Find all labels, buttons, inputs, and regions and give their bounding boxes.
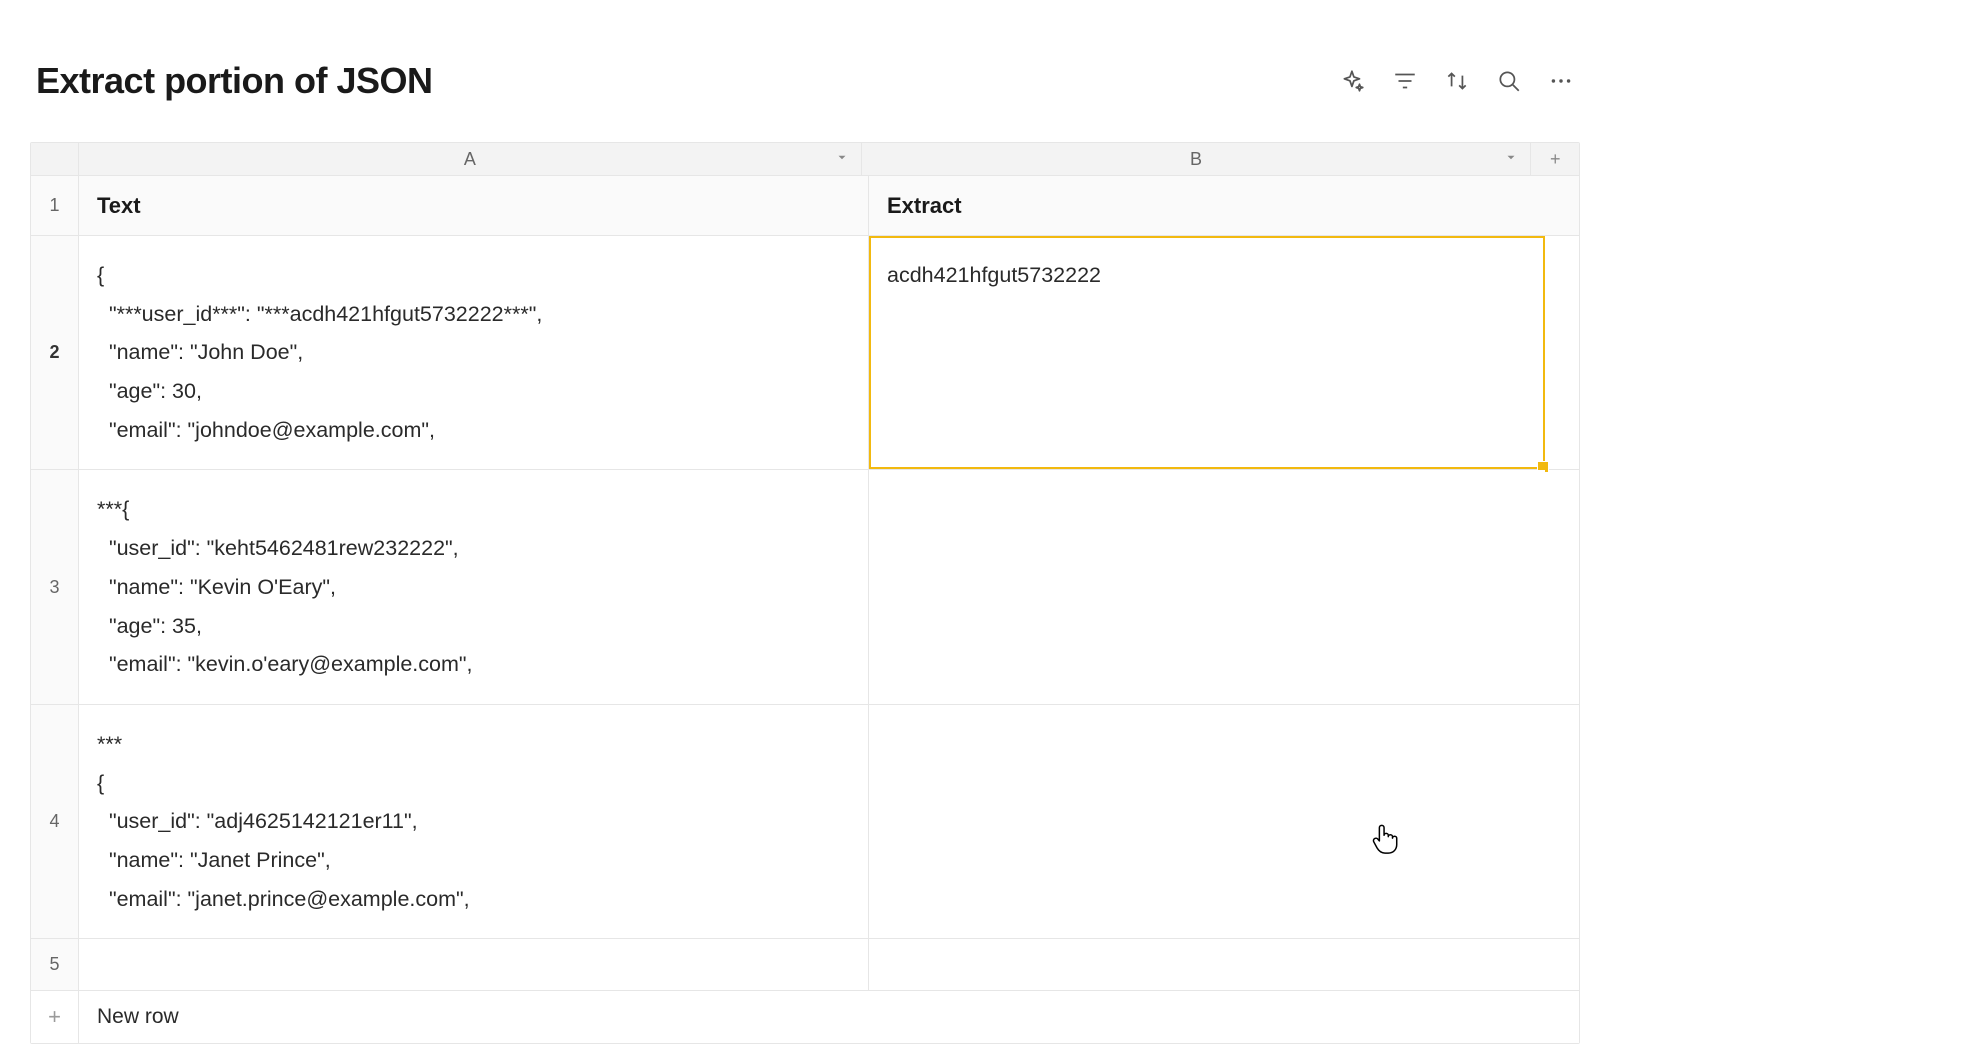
column-header-a[interactable]: A [79, 143, 862, 175]
header-cell-extract[interactable]: Extract [869, 176, 1545, 235]
chevron-down-icon[interactable] [835, 151, 849, 168]
cell-text[interactable]: ***{ "user_id": "keht5462481rew232222", … [79, 470, 869, 703]
search-icon[interactable] [1496, 68, 1522, 94]
cell-extract[interactable] [869, 939, 1545, 990]
new-row-label: New row [79, 991, 1579, 1043]
new-row[interactable]: + New row [31, 991, 1579, 1043]
column-letter-row: A B + [31, 143, 1579, 176]
header-row: 1 Text Extract [31, 176, 1579, 236]
table-row: 4 *** { "user_id": "adj4625142121er11", … [31, 705, 1579, 939]
plus-icon: + [31, 991, 79, 1043]
data-grid: A B + 1 Text Extract 2 { "* [30, 142, 1580, 1044]
row-number[interactable]: 3 [31, 470, 79, 703]
chevron-down-icon[interactable] [1504, 151, 1518, 168]
plus-icon: + [1550, 149, 1561, 170]
column-header-b[interactable]: B [862, 143, 1532, 175]
filter-icon[interactable] [1392, 68, 1418, 94]
cell-extract[interactable]: acdh421hfgut5732222 [869, 236, 1545, 469]
corner-cell[interactable] [31, 143, 79, 175]
cell-text[interactable]: *** { "user_id": "adj4625142121er11", "n… [79, 705, 869, 938]
page-title: Extract portion of JSON [36, 60, 433, 102]
column-letter: A [464, 149, 476, 170]
sort-icon[interactable] [1444, 68, 1470, 94]
row-number[interactable]: 2 [31, 236, 79, 469]
more-icon[interactable] [1548, 68, 1574, 94]
row-number[interactable]: 5 [31, 939, 79, 990]
cell-extract[interactable] [869, 470, 1545, 703]
cell-text[interactable]: { "***user_id***": "***acdh421hfgut57322… [79, 236, 869, 469]
add-column-button[interactable]: + [1531, 143, 1579, 175]
header-cell-text[interactable]: Text [79, 176, 869, 235]
cell-text[interactable] [79, 939, 869, 990]
column-letter: B [1190, 149, 1202, 170]
cell-extract[interactable] [869, 705, 1545, 938]
row-number[interactable]: 4 [31, 705, 79, 938]
row-number[interactable]: 1 [31, 176, 79, 235]
sparkle-icon[interactable] [1340, 68, 1366, 94]
toolbar [1340, 68, 1574, 94]
table-row: 5 [31, 939, 1579, 991]
table-row: 3 ***{ "user_id": "keht5462481rew232222"… [31, 470, 1579, 704]
table-row: 2 { "***user_id***": "***acdh421hfgut573… [31, 236, 1579, 470]
